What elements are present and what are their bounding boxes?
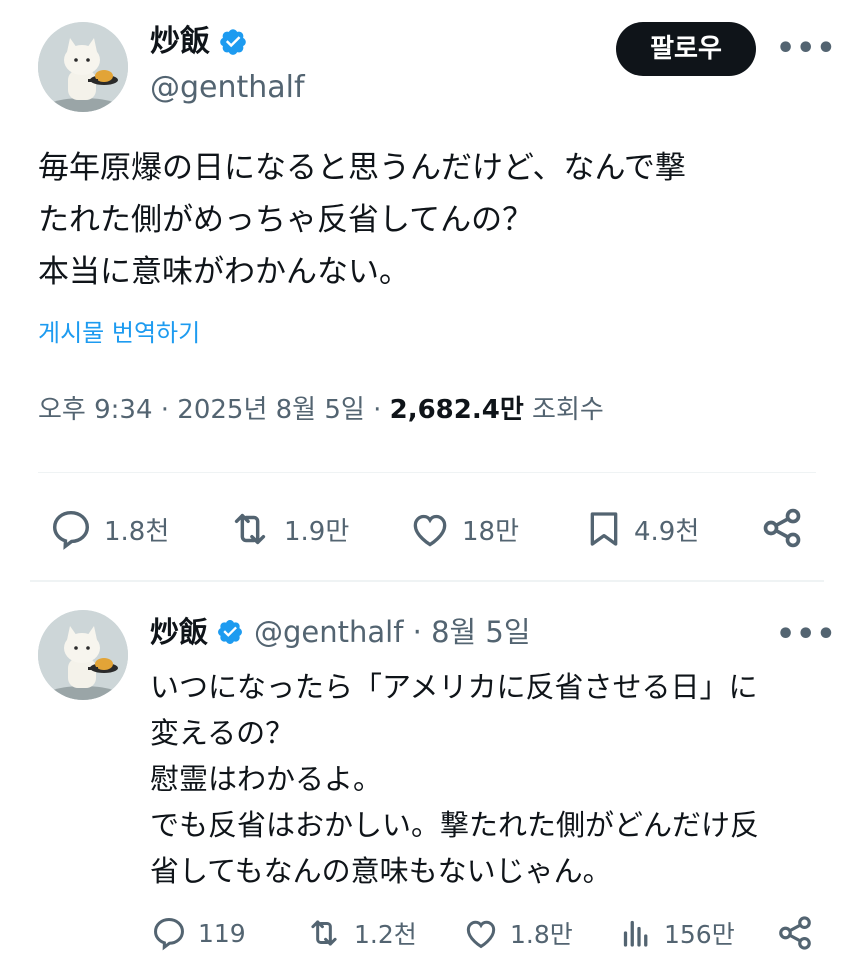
divider xyxy=(30,580,824,582)
timestamp[interactable]: 오후 9:34 · 2025년 8월 5일 · xyxy=(38,395,390,425)
reply-reply-button[interactable]: 119 xyxy=(150,914,246,952)
retweet-count: 1.9만 xyxy=(284,516,350,547)
more-icon[interactable]: ••• xyxy=(776,620,837,650)
reply-button[interactable]: 1.8천 xyxy=(48,506,169,552)
follow-button[interactable]: 팔로우 xyxy=(616,22,756,76)
reply-count: 1.8천 xyxy=(104,516,170,547)
reply-share-button[interactable] xyxy=(776,914,814,952)
bookmark-button[interactable]: 4.9천 xyxy=(584,506,699,552)
view-count: 2,682.4만 xyxy=(389,395,524,425)
share-button[interactable] xyxy=(760,506,804,550)
retweet-count: 1.2천 xyxy=(354,920,417,949)
author-handle[interactable]: @genthalf xyxy=(150,70,305,106)
reply-retweet-button[interactable]: 1.2천 xyxy=(304,914,417,952)
like-count: 1.8만 xyxy=(510,920,573,949)
bookmark-icon xyxy=(590,512,618,546)
share-icon xyxy=(779,916,811,950)
avatar[interactable] xyxy=(38,22,128,112)
like-button[interactable]: 18만 xyxy=(408,506,519,552)
reply-icon xyxy=(52,510,90,550)
reply-text-line: でも反省はおかしい。撃たれた側がどんだけ反 xyxy=(150,808,760,842)
like-icon xyxy=(466,920,496,949)
reply-count: 119 xyxy=(198,918,246,948)
reply-like-button[interactable]: 1.8만 xyxy=(462,914,573,952)
views-icon xyxy=(623,920,648,947)
verified-badge-icon xyxy=(220,29,246,55)
reply-text-line: 省してもなんの意味もないじゃん。 xyxy=(150,854,612,888)
avatar-cat-figure-icon xyxy=(38,610,128,700)
avatar-cat-figure-icon xyxy=(38,22,128,112)
like-count: 18만 xyxy=(462,516,520,547)
verified-badge-icon xyxy=(218,620,242,644)
tweet-text-line: 本当に意味がわかんない。 xyxy=(38,254,410,290)
more-icon[interactable]: ••• xyxy=(776,34,837,64)
retweet-button[interactable]: 1.9만 xyxy=(226,506,349,552)
reply-handle-date[interactable]: @genthalf · 8월 5일 xyxy=(254,614,531,650)
translate-post-link[interactable]: 게시물 번역하기 xyxy=(38,318,200,348)
tweet-text-line: 毎年原爆の日になると思うんだけど、なんで撃 xyxy=(38,150,686,186)
display-name[interactable]: 炒飯 xyxy=(150,24,210,60)
view-count-label: 조회수 xyxy=(523,395,604,425)
retweet-icon xyxy=(311,920,337,946)
reply-text: いつになったら「アメリカに反省させる日」に 変えるの？ 慰霊はわかるよ。 でも反… xyxy=(150,664,759,894)
views-count: 156만 xyxy=(664,920,735,949)
reply-text-line: 慰霊はわかるよ。 xyxy=(150,762,383,796)
author-name-row[interactable]: 炒飯 xyxy=(150,24,248,60)
divider xyxy=(38,472,816,473)
reply-icon xyxy=(154,918,184,951)
share-icon xyxy=(763,508,801,548)
like-icon xyxy=(413,514,447,547)
retweet-icon xyxy=(234,513,266,545)
reply-avatar[interactable] xyxy=(38,610,128,700)
reply-views-button[interactable]: 156만 xyxy=(618,914,735,952)
tweet-meta: 오후 9:34 · 2025년 8월 5일 · 2,682.4만 조회수 xyxy=(38,394,604,426)
tweet-text-line: たれた側がめっちゃ反省してんの？ xyxy=(38,202,534,238)
bookmark-count: 4.9천 xyxy=(634,516,700,547)
reply-text-line: いつになったら「アメリカに反省させる日」に xyxy=(150,670,758,704)
reply-header: 炒飯 @genthalf · 8월 5일 xyxy=(150,614,531,650)
tweet-text: 毎年原爆の日になると思うんだけど、なんで撃 たれた側がめっちゃ反省してんの？ 本… xyxy=(38,142,686,298)
reply-text-line: 変えるの？ xyxy=(150,716,295,750)
reply-display-name[interactable]: 炒飯 xyxy=(150,614,208,650)
